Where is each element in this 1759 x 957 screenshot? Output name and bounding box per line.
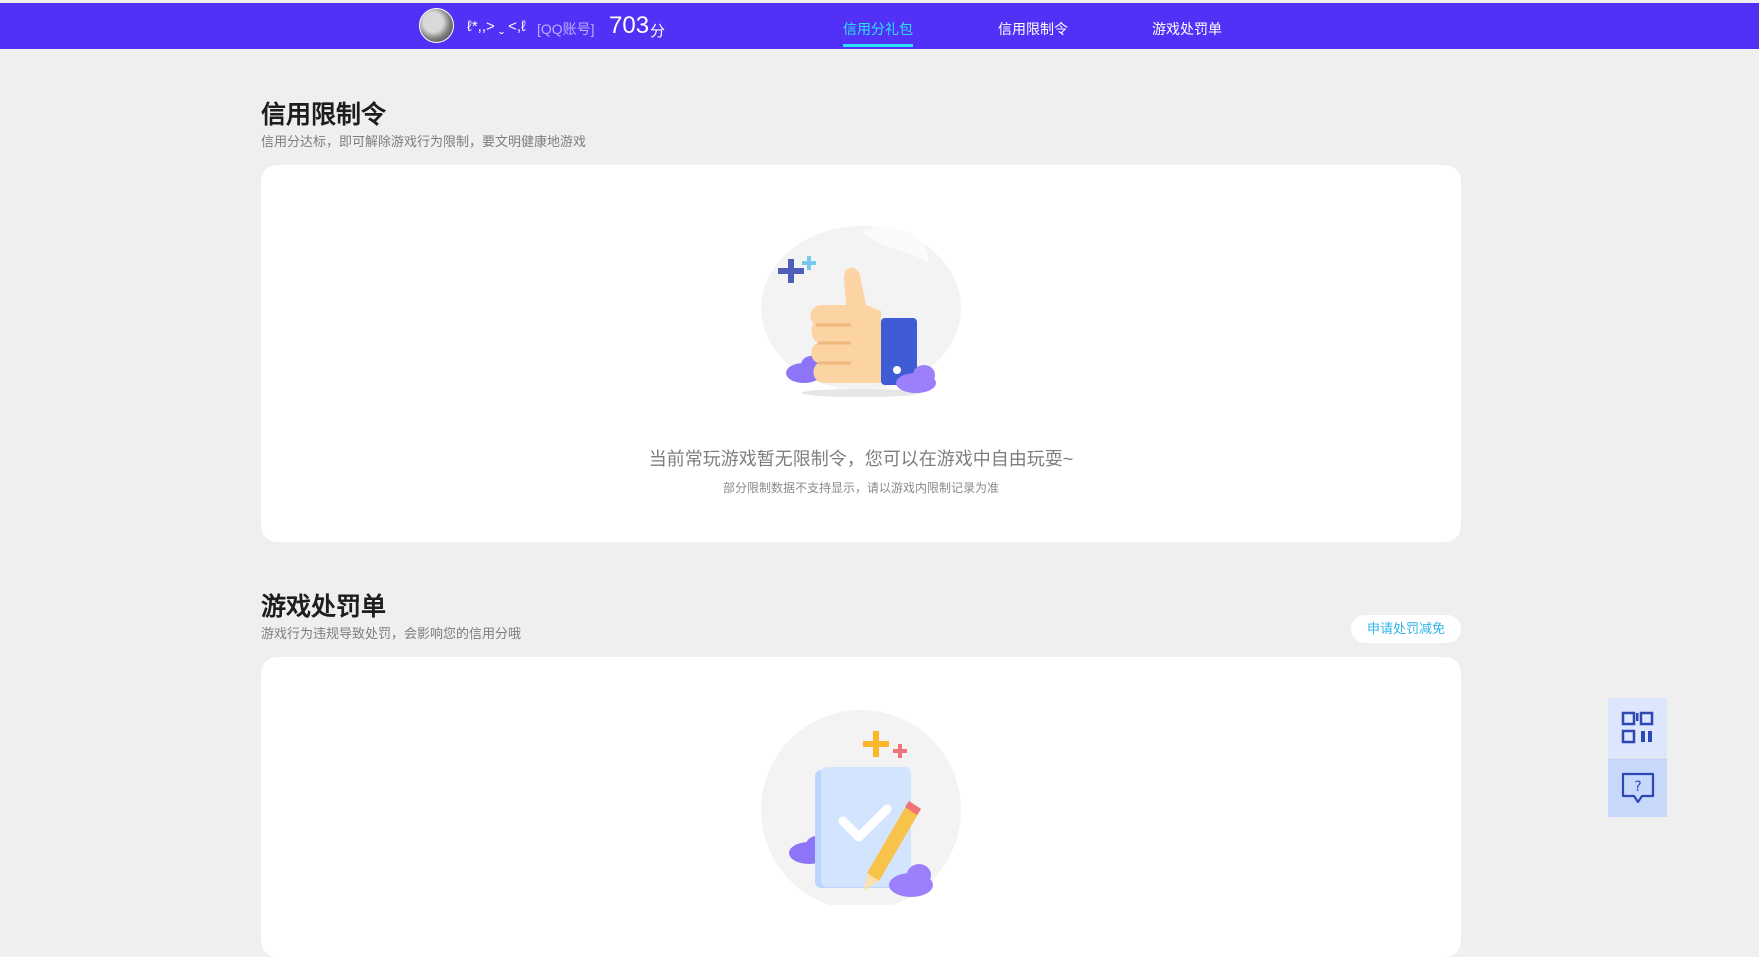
account-type: [QQ账号]: [537, 21, 595, 37]
user-nickname: ℓ*,,> ˬ <,ℓ: [467, 18, 526, 35]
qr-code-icon: [1621, 711, 1653, 743]
nav-credit-restriction[interactable]: 信用限制令: [998, 19, 1068, 39]
nav-game-punishment[interactable]: 游戏处罚单: [1152, 19, 1222, 39]
help-feedback-button[interactable]: ?: [1608, 758, 1667, 817]
restriction-empty-note: 部分限制数据不支持显示，请以游戏内限制记录为准: [722, 481, 999, 495]
thumbs-up-illustration: [761, 226, 961, 397]
punishment-card: [261, 657, 1461, 957]
restriction-subtitle: 信用分达标，即可解除游戏行为限制，要文明健康地游戏: [261, 134, 587, 149]
credit-score: 703: [609, 12, 650, 39]
apply-penalty-reduction-button[interactable]: 申请处罚减免: [1351, 615, 1461, 643]
clipboard-pencil-illustration: [761, 710, 961, 905]
restriction-empty-message: 当前常玩游戏暂无限制令，您可以在游戏中自由玩耍~: [648, 449, 1074, 469]
nav-active-indicator: [843, 44, 913, 47]
top-bar: ℓ*,,> ˬ <,ℓ [QQ账号] 703 分 信用分礼包 信用限制令 游戏处…: [0, 3, 1759, 49]
restriction-title: 信用限制令: [261, 101, 387, 129]
nav-credit-gift[interactable]: 信用分礼包: [843, 19, 913, 39]
restriction-card: 当前常玩游戏暂无限制令，您可以在游戏中自由玩耍~ 部分限制数据不支持显示，请以游…: [261, 165, 1461, 542]
avatar[interactable]: [419, 8, 454, 43]
qr-code-button[interactable]: [1608, 698, 1667, 757]
score-unit: 分: [650, 23, 666, 40]
punishment-title: 游戏处罚单: [261, 593, 387, 621]
punishment-subtitle: 游戏行为违规导致处罚，会影响您的信用分哦: [261, 626, 522, 641]
help-chat-icon: ?: [1621, 772, 1654, 803]
svg-text:?: ?: [1634, 779, 1641, 795]
